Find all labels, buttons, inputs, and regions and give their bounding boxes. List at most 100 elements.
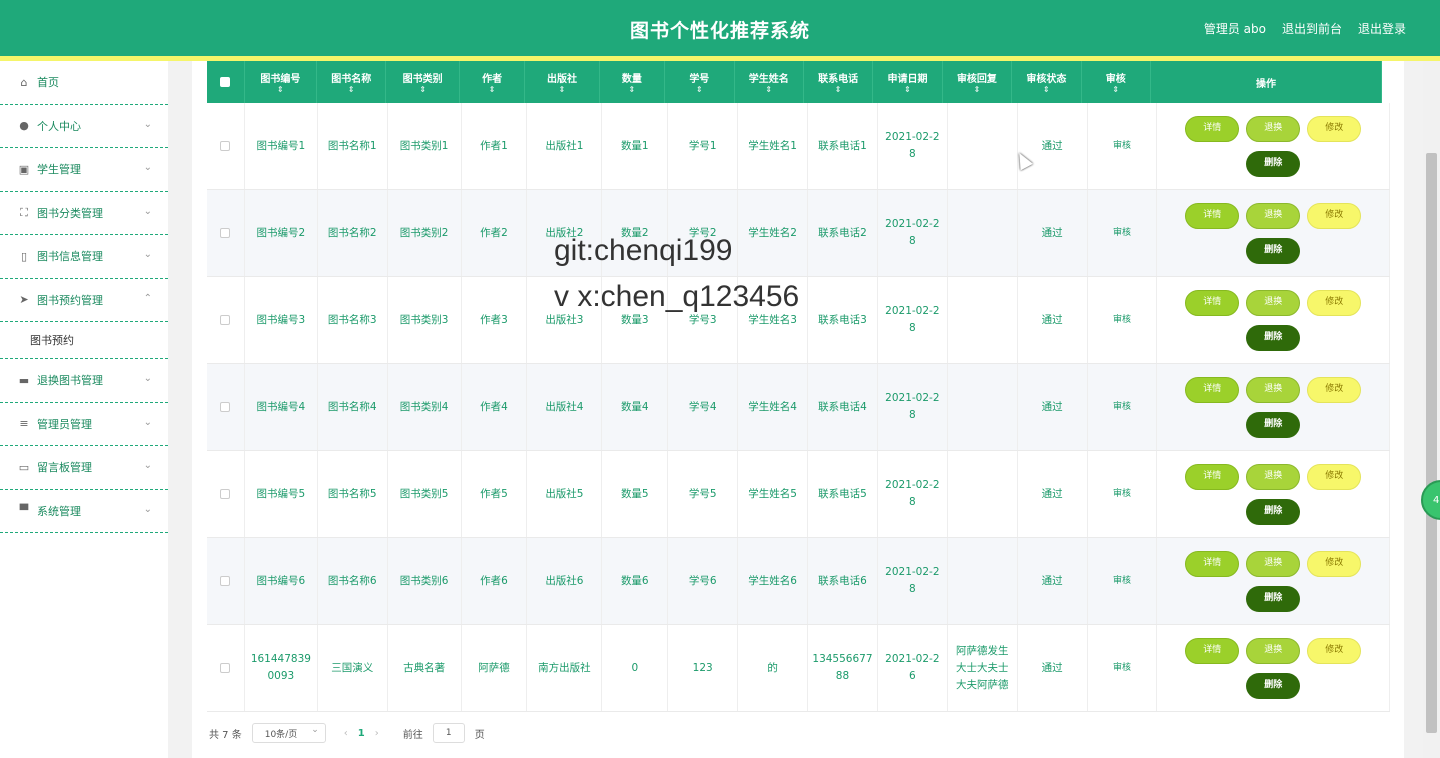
return-button[interactable]: 退换 (1246, 289, 1301, 316)
column-header[interactable]: 审核 ⇕ (1082, 61, 1151, 103)
select-all-checkbox[interactable] (207, 61, 245, 103)
column-header[interactable]: 联系电话 ⇕ (804, 61, 874, 103)
delete-button[interactable]: 删除 (1246, 498, 1301, 525)
audit-link[interactable]: 审核 (1113, 573, 1131, 590)
return-button[interactable]: 退换 (1246, 463, 1301, 490)
sidebar-item[interactable]: ➤ 图书预约管理 ⌃ (0, 279, 168, 322)
sidebar-item[interactable]: ▣ 学生管理 ⌄ (0, 148, 168, 192)
column-header[interactable]: 审核回复 ⇕ (943, 61, 1013, 103)
row-checkbox[interactable] (220, 141, 231, 151)
sort-icon[interactable]: ⇕ (835, 85, 842, 94)
edit-button[interactable]: 修改 (1307, 463, 1362, 490)
sort-icon[interactable]: ⇕ (629, 85, 636, 94)
table-cell: 图书编号4 (245, 364, 318, 450)
edit-button[interactable]: 修改 (1307, 637, 1362, 664)
delete-button[interactable]: 删除 (1246, 237, 1301, 264)
sort-icon[interactable]: ⇕ (419, 85, 426, 94)
sidebar-item-label: 个人中心 (37, 119, 81, 133)
row-checkbox[interactable] (220, 576, 231, 586)
detail-button[interactable]: 详情 (1185, 463, 1240, 490)
column-header[interactable]: 数量 ⇕ (600, 61, 666, 103)
sort-icon[interactable]: ⇕ (489, 85, 496, 94)
sort-icon[interactable]: ⇕ (1112, 85, 1119, 94)
operations-cell: 详情 退换 修改 删除 (1157, 190, 1391, 276)
goto-page-input[interactable]: 1 (432, 723, 465, 743)
sort-icon[interactable]: ⇕ (696, 85, 703, 94)
column-header-label: 图书编号 (260, 74, 301, 85)
column-header[interactable]: 图书编号 ⇕ (245, 61, 318, 103)
detail-button[interactable]: 详情 (1185, 115, 1240, 142)
detail-button[interactable]: 详情 (1185, 289, 1240, 316)
sidebar-item[interactable]: ● 个人中心 ⌄ (0, 105, 168, 148)
delete-button[interactable]: 删除 (1246, 150, 1301, 177)
page-number[interactable]: 1 (358, 728, 365, 739)
delete-button[interactable]: 删除 (1246, 411, 1301, 438)
sidebar-item[interactable]: ▀ 系统管理 ⌄ (0, 490, 168, 533)
logout-link[interactable]: 退出登录 (1358, 20, 1406, 37)
return-button[interactable]: 退换 (1246, 550, 1301, 577)
delete-button[interactable]: 删除 (1246, 672, 1301, 699)
sidebar-item[interactable]: ⌂ 首页 (0, 61, 168, 105)
sidebar-item[interactable]: ▭ 留言板管理 ⌄ (0, 446, 168, 490)
sort-icon[interactable]: ⇕ (1043, 85, 1050, 94)
delete-button[interactable]: 删除 (1246, 324, 1301, 351)
edit-button[interactable]: 修改 (1307, 550, 1362, 577)
column-header[interactable]: 学号 ⇕ (665, 61, 735, 103)
detail-button[interactable]: 详情 (1185, 202, 1240, 229)
delete-button[interactable]: 删除 (1246, 585, 1301, 612)
audit-link[interactable]: 审核 (1113, 486, 1131, 503)
sidebar-item[interactable]: ▯ 图书信息管理 ⌄ (0, 235, 168, 279)
column-header[interactable]: 图书名称 ⇕ (317, 61, 387, 103)
edit-button[interactable]: 修改 (1307, 376, 1362, 403)
admin-user-link[interactable]: 管理员 abo (1204, 20, 1266, 37)
audit-link[interactable]: 审核 (1113, 225, 1131, 242)
operations-cell: 详情 退换 修改 删除 (1157, 364, 1391, 450)
audit-link[interactable]: 审核 (1113, 138, 1131, 155)
column-header[interactable]: 图书类别 ⇕ (386, 61, 460, 103)
sidebar-item[interactable]: ⛶ 图书分类管理 ⌄ (0, 192, 168, 235)
sort-icon[interactable]: ⇕ (974, 85, 981, 94)
scrollbar[interactable] (1423, 61, 1440, 758)
column-header[interactable]: 申请日期 ⇕ (873, 61, 943, 103)
return-button[interactable]: 退换 (1246, 637, 1301, 664)
column-header-label: 作者 (482, 74, 503, 85)
row-checkbox[interactable] (220, 315, 231, 325)
fullscreen-icon: ⛶ (20, 205, 28, 219)
row-checkbox[interactable] (220, 228, 231, 238)
audit-link[interactable]: 审核 (1113, 312, 1131, 329)
edit-button[interactable]: 修改 (1307, 115, 1362, 142)
return-button[interactable]: 退换 (1246, 115, 1301, 142)
column-header[interactable]: 出版社 ⇕ (525, 61, 600, 103)
sidebar-subitem[interactable]: 图书预约 (0, 322, 168, 359)
sort-icon[interactable]: ⇕ (904, 85, 911, 94)
chevron-down-icon: ⌄ (143, 249, 152, 260)
chevron-down-icon: ⌄ (143, 416, 152, 428)
page-size-select[interactable]: 10条/页 (251, 723, 326, 743)
row-checkbox[interactable] (220, 489, 231, 499)
sort-icon[interactable]: ⇕ (348, 85, 355, 94)
sidebar-item[interactable]: ≡ 管理员管理 ⌄ (0, 403, 168, 446)
edit-button[interactable]: 修改 (1307, 202, 1362, 229)
detail-button[interactable]: 详情 (1185, 637, 1240, 664)
column-header[interactable]: 作者 ⇕ (460, 61, 526, 103)
prev-page-icon[interactable]: ‹ (344, 728, 348, 739)
audit-link[interactable]: 审核 (1113, 399, 1131, 416)
detail-button[interactable]: 详情 (1185, 376, 1240, 403)
sort-icon[interactable]: ⇕ (765, 85, 772, 94)
row-checkbox[interactable] (220, 663, 231, 673)
sort-icon[interactable]: ⇕ (277, 85, 284, 94)
next-page-icon[interactable]: › (375, 728, 379, 739)
return-button[interactable]: 退换 (1246, 202, 1301, 229)
detail-button[interactable]: 详情 (1185, 550, 1240, 577)
sort-icon[interactable]: ⇕ (559, 85, 566, 94)
sidebar-item[interactable]: ▬ 退换图书管理 ⌄ (0, 359, 168, 403)
return-button[interactable]: 退换 (1246, 376, 1301, 403)
column-header[interactable]: 审核状态 ⇕ (1012, 61, 1082, 103)
scrollbar-thumb[interactable] (1426, 153, 1437, 733)
row-checkbox[interactable] (220, 402, 231, 412)
audit-link[interactable]: 审核 (1113, 660, 1131, 677)
column-header[interactable]: 学生姓名 ⇕ (735, 61, 804, 103)
exit-to-front-link[interactable]: 退出到前台 (1282, 20, 1342, 37)
table-cell: 图书编号5 (245, 451, 318, 537)
edit-button[interactable]: 修改 (1307, 289, 1362, 316)
